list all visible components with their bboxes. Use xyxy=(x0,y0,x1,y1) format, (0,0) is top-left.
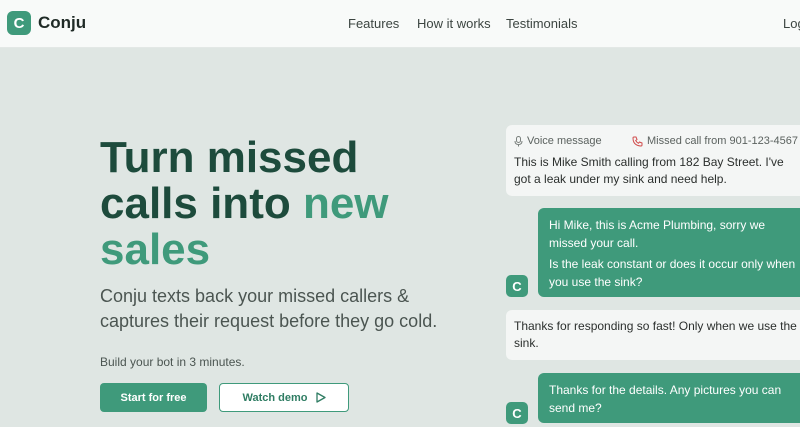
missed-call-tag: Missed call from 901-123-4567 xyxy=(632,133,798,150)
outgoing-message: Thanks for the details. Any pictures you… xyxy=(538,373,800,423)
missed-call-label: Missed call from 901-123-4567 xyxy=(646,135,798,147)
nav-features-link[interactable]: Features xyxy=(348,16,399,31)
bot-avatar: C xyxy=(506,402,528,424)
nav-how-it-works-link[interactable]: How it works xyxy=(417,16,491,31)
hero-note: Build your bot in 3 minutes. xyxy=(100,355,245,369)
play-icon xyxy=(315,392,326,403)
bot-avatar: C xyxy=(506,275,528,297)
reply-line: Thanks for the details. Any pictures you… xyxy=(549,383,782,415)
message-meta: Voice message Missed call from 901-123-4… xyxy=(514,133,798,150)
outgoing-message: Hi Mike, this is Acme Plumbing, sorry we… xyxy=(538,208,800,297)
start-for-free-button[interactable]: Start for free xyxy=(100,383,207,412)
logo[interactable]: C Conju xyxy=(7,11,86,35)
voice-message-label: Voice message xyxy=(527,135,602,147)
reply-line: Hi Mike, this is Acme Plumbing, sorry we… xyxy=(549,218,766,250)
hero-subhead: Conju texts back your missed callers & c… xyxy=(100,286,438,331)
incoming-message: Thanks for responding so fast! Only when… xyxy=(506,310,800,360)
phone-icon xyxy=(632,136,643,147)
hero-headline: Turn missed calls into new sales xyxy=(100,135,460,273)
reply-line: Is the leak constant or does it occur on… xyxy=(549,257,796,289)
watch-demo-label: Watch demo xyxy=(242,391,308,404)
microphone-icon xyxy=(514,136,523,147)
brand-name: Conju xyxy=(38,13,87,32)
logo-icon: C xyxy=(7,11,31,35)
message-text: This is Mike Smith calling from 182 Bay … xyxy=(514,155,784,186)
site-header: C Conju Features How it works Testimonia… xyxy=(0,0,800,48)
nav-login-link[interactable]: Log xyxy=(783,16,800,31)
incoming-voice-message: Voice message Missed call from 901-123-4… xyxy=(506,125,800,196)
nav-testimonials-link[interactable]: Testimonials xyxy=(506,16,578,31)
voice-message-tag: Voice message xyxy=(514,133,602,150)
message-text: Thanks for responding so fast! Only when… xyxy=(514,319,797,350)
watch-demo-button[interactable]: Watch demo xyxy=(219,383,349,412)
